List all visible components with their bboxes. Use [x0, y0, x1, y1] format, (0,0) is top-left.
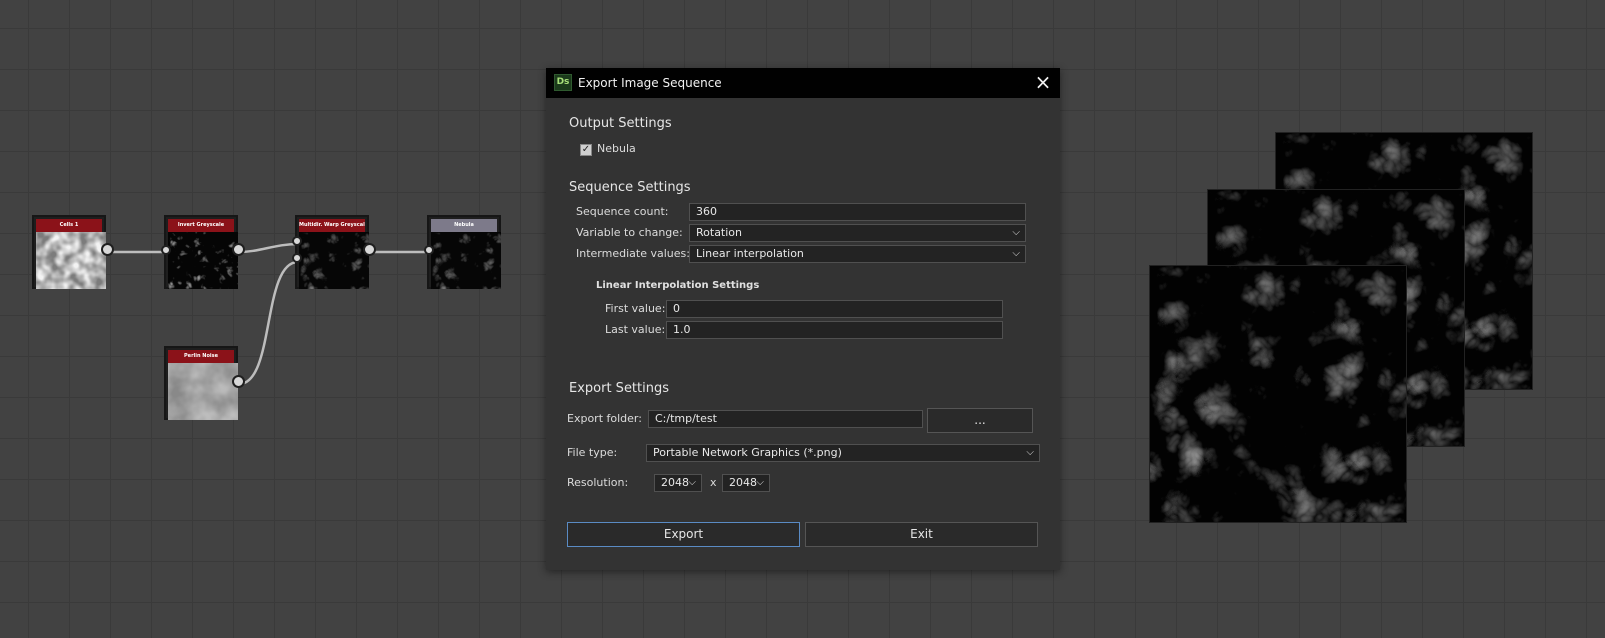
- file-type-select[interactable]: Portable Network Graphics (*.png) ⌵: [646, 444, 1040, 462]
- file-type-label: File type:: [567, 446, 618, 459]
- node-cells[interactable]: Cells 1: [32, 215, 114, 289]
- chevron-down-icon: ⌵: [756, 477, 764, 488]
- node-warp-title: Multidir. Warp Greyscale: [299, 219, 365, 232]
- resolution-separator: x: [710, 476, 717, 489]
- wire-invert-warp: [238, 242, 299, 254]
- last-value-label: Last value:: [605, 323, 666, 336]
- chevron-down-icon: ⌵: [1012, 248, 1020, 259]
- node-nebula-title: Nebula: [431, 219, 497, 232]
- exit-button[interactable]: Exit: [805, 522, 1038, 547]
- app-icon: Ds: [554, 74, 572, 91]
- node-cells-texture: [36, 232, 106, 289]
- browse-button[interactable]: ...: [927, 408, 1033, 433]
- node-nebula-texture: [431, 232, 501, 289]
- export-folder-label: Export folder:: [567, 412, 642, 425]
- dialog-title: Export Image Sequence: [578, 76, 722, 90]
- chevron-down-icon: ⌵: [688, 477, 696, 488]
- nebula-checkbox[interactable]: ✓: [580, 144, 592, 156]
- export-folder-input[interactable]: C:/tmp/test: [648, 410, 923, 428]
- sequence-settings-heading: Sequence Settings: [569, 180, 691, 195]
- export-dialog: Ds Export Image Sequence × Output Settin…: [546, 68, 1060, 570]
- resolution-width-value: 2048: [661, 476, 689, 489]
- output-port[interactable]: [232, 375, 245, 388]
- linear-settings-heading: Linear Interpolation Settings: [596, 280, 760, 291]
- input-port[interactable]: [292, 253, 302, 263]
- nebula-checkbox-label: Nebula: [597, 142, 636, 155]
- intermediate-select-value: Linear interpolation: [696, 247, 804, 260]
- resolution-height-value: 2048: [729, 476, 757, 489]
- node-invert[interactable]: Invert Greyscale: [161, 215, 245, 289]
- node-invert-title: Invert Greyscale: [168, 219, 234, 232]
- resolution-width-select[interactable]: 2048 ⌵: [654, 474, 702, 492]
- output-port[interactable]: [101, 243, 114, 256]
- variable-select-value: Rotation: [696, 226, 743, 239]
- intermediate-label: Intermediate values:: [576, 247, 690, 260]
- input-port[interactable]: [424, 245, 434, 255]
- input-port[interactable]: [161, 245, 171, 255]
- chevron-down-icon: ⌵: [1026, 447, 1034, 458]
- intermediate-select[interactable]: Linear interpolation ⌵: [689, 245, 1026, 263]
- dialog-titlebar: Ds Export Image Sequence ×: [546, 68, 1060, 98]
- node-warp[interactable]: Multidir. Warp Greyscale: [292, 215, 376, 289]
- export-button[interactable]: Export: [567, 522, 800, 547]
- close-icon[interactable]: ×: [1032, 72, 1054, 94]
- variable-label: Variable to change:: [576, 226, 683, 239]
- node-perlin-title: Perlin Noise: [168, 350, 234, 363]
- output-port[interactable]: [363, 243, 376, 256]
- chevron-down-icon: ⌵: [1012, 227, 1020, 238]
- variable-select[interactable]: Rotation ⌵: [689, 224, 1026, 242]
- file-type-select-value: Portable Network Graphics (*.png): [653, 446, 842, 459]
- last-value-input[interactable]: 1.0: [666, 321, 1003, 339]
- sequence-count-label: Sequence count:: [576, 205, 669, 218]
- node-perlin[interactable]: Perlin Noise: [164, 346, 245, 420]
- first-value-label: First value:: [605, 302, 666, 315]
- export-settings-heading: Export Settings: [569, 381, 670, 396]
- output-settings-heading: Output Settings: [569, 116, 672, 131]
- node-invert-texture: [168, 232, 238, 289]
- resolution-label: Resolution:: [567, 476, 629, 489]
- node-perlin-texture: [168, 363, 238, 420]
- node-nebula[interactable]: Nebula: [424, 215, 501, 289]
- input-port[interactable]: [292, 236, 302, 246]
- first-value-input[interactable]: 0: [666, 300, 1003, 318]
- sequence-count-input[interactable]: 360: [689, 203, 1026, 221]
- wire-perlin-warp: [238, 260, 299, 386]
- node-warp-texture: [299, 232, 369, 289]
- node-cells-title: Cells 1: [36, 219, 102, 232]
- resolution-height-select[interactable]: 2048 ⌵: [722, 474, 770, 492]
- preview-image-front: [1150, 266, 1406, 522]
- output-port[interactable]: [232, 243, 245, 256]
